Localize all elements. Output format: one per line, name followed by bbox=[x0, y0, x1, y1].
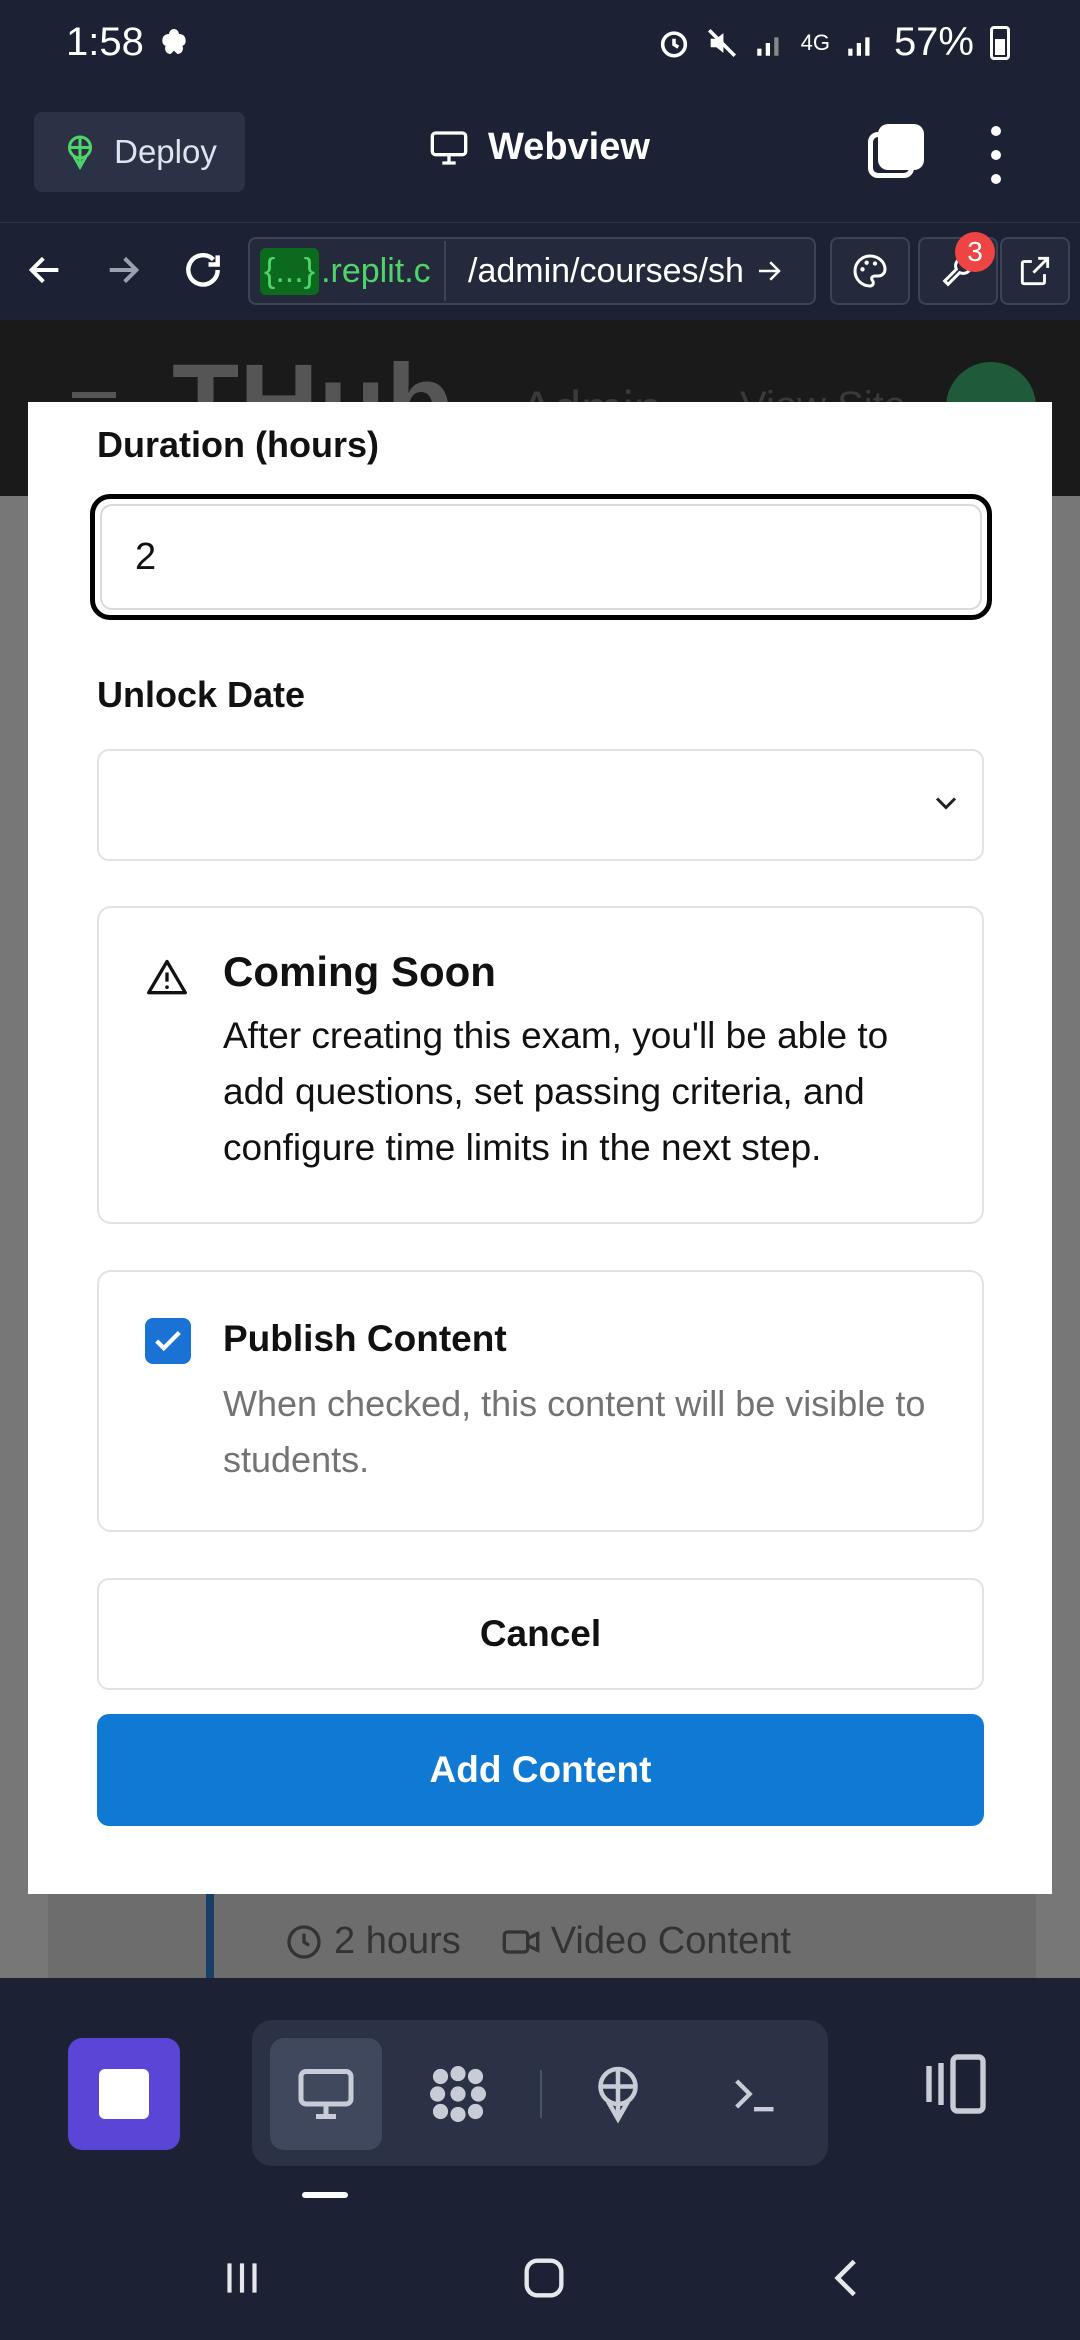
tabs-icon[interactable] bbox=[868, 124, 924, 178]
agent-tool-button[interactable] bbox=[402, 2038, 514, 2150]
layout-toggle-icon[interactable] bbox=[920, 2048, 992, 2120]
warning-icon bbox=[147, 959, 187, 995]
alarm-icon bbox=[660, 30, 687, 58]
terminal-icon bbox=[735, 2079, 774, 2112]
video-icon bbox=[502, 1929, 540, 1954]
tool-switcher bbox=[252, 2020, 828, 2166]
external-link-icon bbox=[1020, 256, 1050, 286]
duration-label: Duration (hours) bbox=[97, 424, 379, 465]
url-path: /admin/courses/sh bbox=[468, 251, 744, 290]
clock-icon bbox=[287, 1924, 321, 1959]
network-type: 4G bbox=[800, 29, 830, 55]
reload-icon[interactable] bbox=[178, 245, 228, 295]
notification-icon bbox=[162, 29, 186, 54]
back-icon[interactable] bbox=[20, 245, 70, 295]
stop-button[interactable] bbox=[68, 2038, 180, 2150]
monitor-icon bbox=[298, 2069, 354, 2119]
add-content-button[interactable]: Add Content bbox=[97, 1714, 984, 1826]
agent-icon bbox=[430, 2066, 486, 2122]
url-arrow-icon bbox=[758, 261, 781, 281]
battery-percent: 57% bbox=[893, 20, 974, 64]
publish-description: When checked, this content will be visib… bbox=[223, 1383, 926, 1480]
mute-icon bbox=[707, 28, 736, 57]
webview-label: Webview bbox=[488, 126, 650, 168]
coming-soon-title: Coming Soon bbox=[223, 948, 496, 995]
forward-icon[interactable] bbox=[98, 245, 148, 295]
unlock-date-label: Unlock Date bbox=[97, 674, 306, 715]
url-input[interactable]: {...} .replit.c /admin/courses/sh bbox=[248, 237, 816, 305]
coming-soon-text: After creating this exam, you'll be able… bbox=[223, 1015, 889, 1168]
stop-icon bbox=[99, 2069, 149, 2119]
monitor-icon bbox=[430, 130, 468, 165]
duration-value: 2 bbox=[135, 535, 157, 578]
active-tab-indicator bbox=[302, 2192, 348, 2198]
more-menu-icon[interactable] bbox=[985, 126, 1007, 184]
app-header: Deploy Webview bbox=[0, 86, 1080, 222]
content-type-meta: Video Content bbox=[550, 1920, 791, 1962]
hamburger-icon bbox=[72, 392, 116, 398]
url-bar: {...} .replit.c /admin/courses/sh bbox=[0, 222, 1080, 320]
notification-badge: 3 bbox=[955, 232, 995, 272]
content-meta: 2 hours Video Content bbox=[284, 1920, 791, 1963]
shell-tool-button[interactable] bbox=[698, 2038, 810, 2150]
system-navigation bbox=[0, 2208, 1080, 2340]
deploy-tool-button[interactable] bbox=[562, 2038, 674, 2150]
url-host-name: .replit.c bbox=[321, 251, 431, 290]
deploy-icon bbox=[68, 135, 93, 170]
duration-meta: 2 hours bbox=[334, 1920, 461, 1962]
status-bar: 1:58 4G 57% bbox=[0, 0, 1080, 86]
chevron-down-icon bbox=[935, 797, 957, 810]
unlock-date-select[interactable] bbox=[97, 749, 984, 861]
status-time: 1:58 bbox=[66, 20, 144, 64]
duration-input[interactable]: 2 bbox=[90, 494, 992, 620]
open-external-button[interactable] bbox=[1000, 237, 1070, 305]
checkmark-icon bbox=[155, 1330, 181, 1352]
deploy-icon bbox=[598, 2066, 638, 2124]
deploy-button[interactable]: Deploy bbox=[34, 112, 245, 192]
bottom-toolbar bbox=[0, 1978, 1080, 2340]
publish-title: Publish Content bbox=[223, 1318, 507, 1359]
toolbar-divider bbox=[540, 2070, 542, 2118]
palette-button[interactable] bbox=[830, 237, 910, 305]
webview-tool-button[interactable] bbox=[270, 2038, 382, 2150]
webview-tab-title[interactable]: Webview bbox=[428, 126, 650, 169]
recent-apps-icon[interactable] bbox=[212, 2248, 272, 2308]
url-host-prefix: {...} bbox=[260, 247, 320, 295]
home-icon[interactable] bbox=[514, 2248, 574, 2308]
deploy-label: Deploy bbox=[114, 133, 217, 170]
cancel-button[interactable]: Cancel bbox=[97, 1578, 984, 1690]
palette-icon bbox=[853, 254, 887, 288]
url-host: {...} .replit.c bbox=[254, 241, 446, 301]
publish-content-option: Publish Content When checked, this conte… bbox=[97, 1270, 984, 1532]
coming-soon-alert: Coming Soon After creating this exam, yo… bbox=[97, 906, 984, 1224]
publish-checkbox[interactable] bbox=[145, 1318, 191, 1364]
signal-icon-2 bbox=[848, 36, 870, 56]
back-nav-icon[interactable] bbox=[818, 2248, 878, 2308]
battery-icon bbox=[990, 25, 1010, 60]
signal-icon bbox=[756, 36, 779, 56]
